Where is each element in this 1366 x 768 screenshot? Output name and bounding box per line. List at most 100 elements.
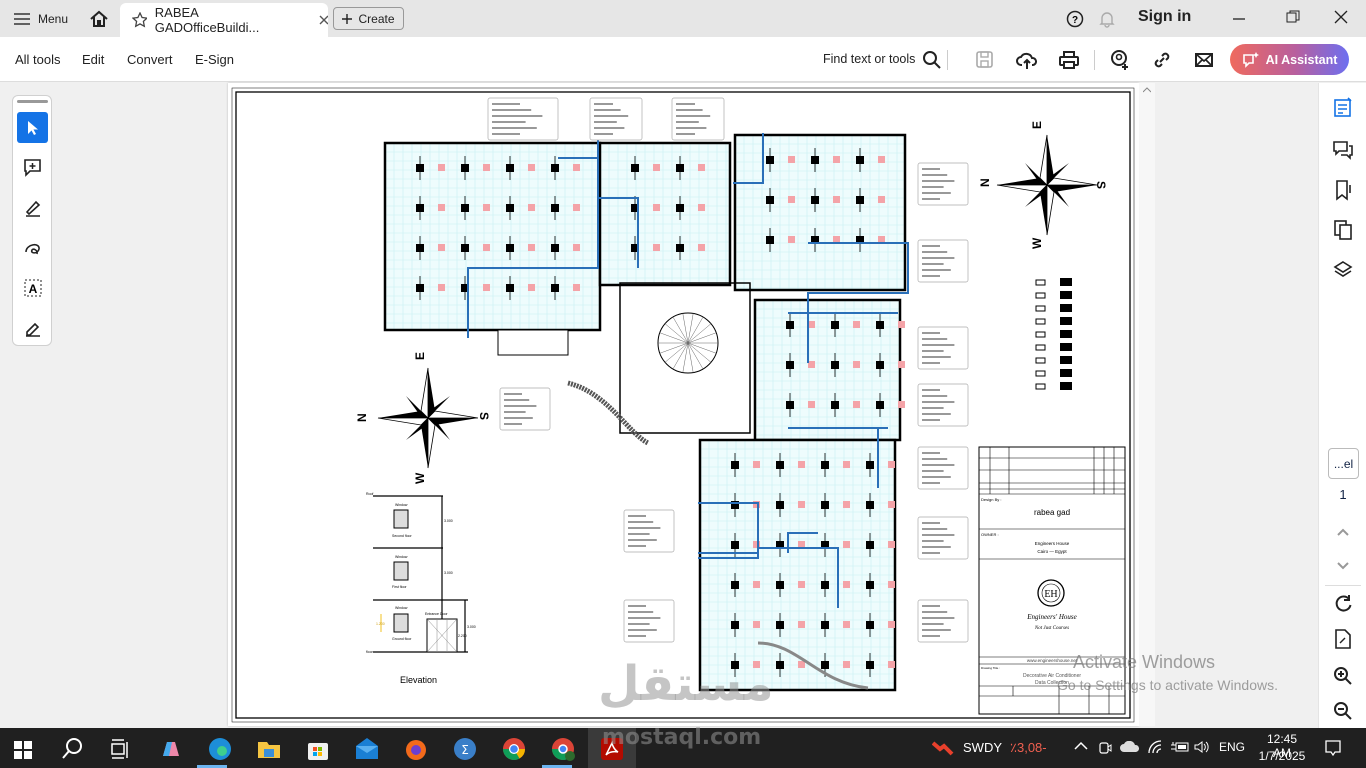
diffuser [438,164,445,171]
esign-menu[interactable]: E-Sign [195,52,234,67]
restore-icon[interactable] [1286,10,1300,24]
page-label: ...el [1333,456,1354,471]
diffuser [888,501,895,508]
copilot-icon[interactable] [158,736,184,762]
language-indicator[interactable]: ENG [1219,740,1245,754]
plus-icon [342,13,353,24]
next-page-icon[interactable] [1332,555,1354,577]
legend-symbol [1035,383,1046,390]
cursor-icon [27,120,38,135]
save-icon[interactable] [974,49,996,71]
all-tools-menu[interactable]: All tools [15,52,61,67]
star-icon[interactable] [132,12,147,28]
select-tool-button[interactable] [17,112,48,143]
mail-icon[interactable] [354,736,380,762]
svg-text:A: A [28,282,37,296]
diffuser [843,581,850,588]
share-user-icon[interactable] [1109,49,1131,71]
camera-icon[interactable] [1098,739,1112,757]
previous-page-icon[interactable] [1332,521,1354,543]
compass-west: W [1030,237,1044,249]
onedrive-icon[interactable] [1120,741,1140,753]
upload-cloud-icon[interactable] [1016,49,1038,71]
bookmark-icon[interactable] [1332,179,1354,201]
diffuser [888,661,895,668]
diffuser [528,244,535,251]
legend-symbol [1035,318,1046,325]
layers-icon[interactable] [1332,259,1354,281]
help-icon[interactable]: ? [1066,10,1084,28]
firefox-icon[interactable] [403,736,429,762]
drag-handle[interactable] [17,100,48,103]
edge-icon[interactable] [207,736,233,762]
diffuser [573,204,580,211]
show-hidden-icons-icon[interactable] [1074,741,1088,751]
document-tab[interactable]: RABEA GADOfficeBuildi... [120,3,328,37]
chrome-icon[interactable] [501,736,527,762]
freehand-icon [24,243,40,254]
task-view-icon[interactable] [107,736,133,762]
home-icon[interactable] [89,9,109,29]
search-icon[interactable] [60,736,86,762]
pages-icon[interactable] [1332,219,1354,241]
print-icon[interactable] [1058,49,1080,71]
chrome-profile-icon[interactable] [550,736,576,762]
sign-button[interactable] [17,312,48,343]
draw-button[interactable] [17,232,48,263]
elevation-label: First floor [392,585,407,589]
volume-icon[interactable] [1193,739,1209,755]
clock-date[interactable]: 1/7/2025 [1257,749,1307,763]
highlight-button[interactable] [17,192,48,223]
add-comment-button[interactable] [17,152,48,183]
file-explorer-icon[interactable] [256,736,282,762]
search-icon[interactable] [921,49,943,71]
microsoft-store-icon[interactable] [305,736,331,762]
divider [947,50,948,70]
dimension: 3.000 [467,625,476,629]
website: www.engineershouse.net [1027,658,1078,663]
diffuser [788,196,795,203]
diffuser [843,501,850,508]
comments-icon[interactable] [1332,139,1354,161]
menu-button[interactable]: Menu [14,0,68,37]
diffuser [528,204,535,211]
close-window-icon[interactable] [1334,10,1348,24]
vertical-scrollbar[interactable] [1139,83,1155,726]
bell-icon[interactable] [1099,10,1115,28]
diffuser [888,541,895,548]
logo-subtitle: Not Just Courses [1034,626,1069,631]
mail-icon[interactable] [1193,49,1215,71]
compass-east: E [413,352,427,360]
sign-in-button[interactable]: Sign in [1138,8,1191,26]
convert-menu[interactable]: Convert [127,52,173,67]
edit-pdf-icon[interactable] [1332,97,1354,119]
windows-start-icon[interactable] [10,736,36,762]
minimize-icon[interactable] [1232,12,1246,26]
find-text-button[interactable]: Find text or tools [823,52,915,66]
diffuser [843,621,850,628]
zoom-in-icon[interactable] [1332,665,1354,687]
close-tab-icon[interactable] [319,15,328,25]
zoom-out-icon[interactable] [1332,700,1354,722]
stock-symbol[interactable]: SWDY [963,740,1002,755]
diffuser [528,284,535,291]
diffuser [888,621,895,628]
page-label-box[interactable]: ...el [1328,448,1359,479]
ai-assistant-button[interactable]: AI Assistant [1230,44,1349,75]
link-icon[interactable] [1151,49,1173,71]
diffuser [483,164,490,171]
notifications-icon[interactable] [1324,739,1342,757]
create-button[interactable]: Create [333,7,404,30]
diffuser [438,244,445,251]
scroll-up-icon[interactable] [1143,87,1151,93]
divider [1325,585,1361,586]
calculator-app-icon[interactable]: Σ [452,736,478,762]
page-fit-icon[interactable] [1332,628,1354,650]
edit-menu[interactable]: Edit [82,52,104,67]
rotate-icon[interactable] [1332,593,1354,615]
battery-charging-icon[interactable] [1170,739,1190,755]
wifi-icon[interactable] [1147,739,1165,755]
diffuser [798,461,805,468]
legend-symbol [1035,357,1046,364]
text-box-button[interactable]: A [17,272,48,303]
